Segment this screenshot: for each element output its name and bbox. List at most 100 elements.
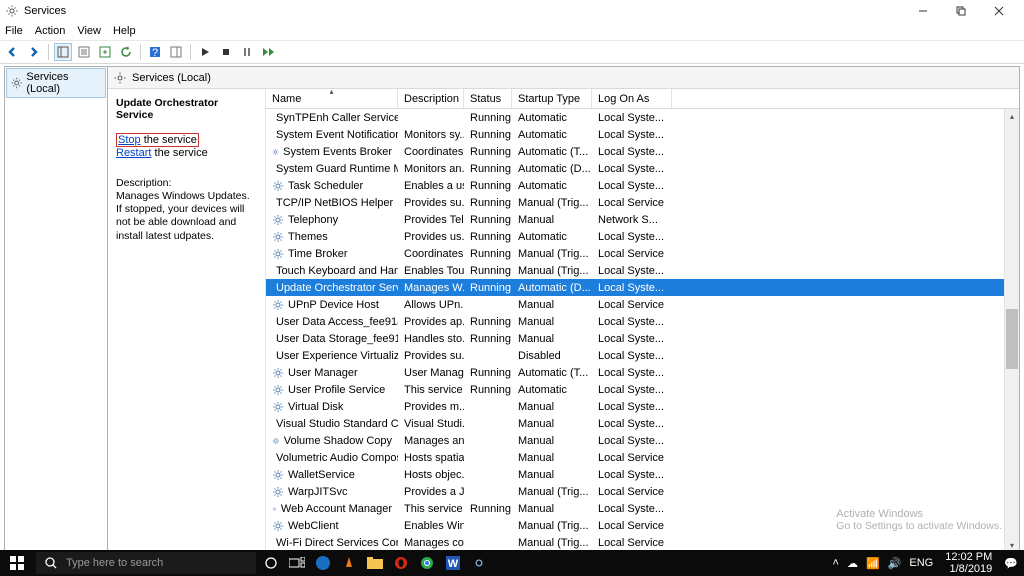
minimize-button[interactable] <box>904 0 942 22</box>
cell-logon: Local Syste... <box>592 367 672 379</box>
export-button[interactable] <box>96 43 114 61</box>
forward-button[interactable] <box>25 43 43 61</box>
sort-asc-icon: ▴ <box>329 89 333 96</box>
service-row[interactable]: SynTPEnh Caller ServiceRunningAutomaticL… <box>266 109 1019 126</box>
panel-icon <box>114 72 126 84</box>
service-row[interactable]: System Guard Runtime Mo...Monitors an...… <box>266 160 1019 177</box>
stop-button[interactable] <box>217 43 235 61</box>
tray-onedrive-icon[interactable]: ☁ <box>847 557 858 570</box>
cell-startup: Disabled <box>512 350 592 362</box>
cell-startup: Automatic (D... <box>512 163 592 175</box>
stop-service-link[interactable]: Stop <box>118 134 141 146</box>
taskbar[interactable]: Type here to search W ˄ ☁ 📶 🔊 ENG 12:02 … <box>0 550 1024 576</box>
cell-desc: Enables Win... <box>398 520 464 532</box>
service-row[interactable]: User Data Storage_fee91aHandles sto...Ru… <box>266 330 1019 347</box>
file-explorer-icon[interactable] <box>362 550 388 576</box>
col-logon[interactable]: Log On As <box>592 89 672 108</box>
menu-view[interactable]: View <box>77 25 101 37</box>
services-taskbar-icon[interactable] <box>466 550 492 576</box>
service-row[interactable]: WarpJITSvcProvides a JI...Manual (Trig..… <box>266 483 1019 500</box>
cell-logon: Local Service <box>592 452 672 464</box>
tray-chevron-icon[interactable]: ˄ <box>833 557 839 569</box>
toggle-console-button[interactable] <box>167 43 185 61</box>
opera-icon[interactable] <box>388 550 414 576</box>
service-row[interactable]: User Data Access_fee91aProvides ap...Run… <box>266 313 1019 330</box>
vlc-icon[interactable] <box>336 550 362 576</box>
service-row[interactable]: Volumetric Audio Composit...Hosts spatia… <box>266 449 1019 466</box>
cell-logon: Local Service <box>592 197 672 209</box>
scroll-up-icon[interactable]: ▴ <box>1005 109 1019 124</box>
service-row[interactable]: Time BrokerCoordinates...RunningManual (… <box>266 245 1019 262</box>
service-row[interactable]: Visual Studio Standard Coll...Visual Stu… <box>266 415 1019 432</box>
service-row[interactable]: Update Orchestrator ServiceManages W...R… <box>266 279 1019 296</box>
service-row[interactable]: Task SchedulerEnables a us...RunningAuto… <box>266 177 1019 194</box>
close-button[interactable] <box>980 0 1018 22</box>
taskview-icon[interactable] <box>284 550 310 576</box>
properties-button[interactable] <box>75 43 93 61</box>
col-startup[interactable]: Startup Type <box>512 89 592 108</box>
service-row[interactable]: User Profile ServiceThis service ...Runn… <box>266 381 1019 398</box>
cell-name: System Event Notification S... <box>266 129 398 141</box>
col-description[interactable]: Description <box>398 89 464 108</box>
service-row[interactable]: Web Account ManagerThis service ...Runni… <box>266 500 1019 517</box>
play-button[interactable] <box>196 43 214 61</box>
cell-name: Volumetric Audio Composit... <box>266 452 398 464</box>
service-row[interactable]: Volume Shadow CopyManages an...ManualLoc… <box>266 432 1019 449</box>
menu-file[interactable]: File <box>5 25 23 37</box>
console-tree[interactable]: Services (Local) <box>4 66 108 554</box>
taskbar-search[interactable]: Type here to search <box>36 552 256 574</box>
col-name[interactable]: ▴Name <box>266 89 398 108</box>
tray-wifi-icon[interactable]: 📶 <box>866 557 880 570</box>
cell-status: Running <box>464 316 512 328</box>
service-row[interactable]: WalletServiceHosts objec...ManualLocal S… <box>266 466 1019 483</box>
service-row[interactable]: ThemesProvides us...RunningAutomaticLoca… <box>266 228 1019 245</box>
col-status[interactable]: Status <box>464 89 512 108</box>
cell-startup: Manual (Trig... <box>512 520 592 532</box>
cell-name: Touch Keyboard and Hand... <box>266 265 398 277</box>
menu-help[interactable]: Help <box>113 25 136 37</box>
service-row[interactable]: Touch Keyboard and Hand...Enables Tou...… <box>266 262 1019 279</box>
service-row[interactable]: System Event Notification S...Monitors s… <box>266 126 1019 143</box>
service-row[interactable]: UPnP Device HostAllows UPn...ManualLocal… <box>266 296 1019 313</box>
cell-logon: Local Syste... <box>592 146 672 158</box>
tray-lang[interactable]: ENG <box>909 557 933 569</box>
service-row[interactable]: TCP/IP NetBIOS HelperProvides su...Runni… <box>266 194 1019 211</box>
cell-name: User Profile Service <box>266 384 398 396</box>
chrome-icon[interactable] <box>414 550 440 576</box>
service-row[interactable]: User ManagerUser Manag...RunningAutomati… <box>266 364 1019 381</box>
cell-desc: Manages an... <box>398 435 464 447</box>
edge-icon[interactable] <box>310 550 336 576</box>
cell-startup: Automatic <box>512 231 592 243</box>
back-button[interactable] <box>4 43 22 61</box>
service-row[interactable]: Virtual DiskProvides m...ManualLocal Sys… <box>266 398 1019 415</box>
services-list[interactable]: ▴Name Description Status Startup Type Lo… <box>266 89 1019 553</box>
pause-button[interactable] <box>238 43 256 61</box>
vertical-scrollbar[interactable]: ▴ ▾ <box>1004 109 1019 553</box>
show-hide-tree-button[interactable] <box>54 43 72 61</box>
cell-logon: Local Syste... <box>592 231 672 243</box>
tree-services-local[interactable]: Services (Local) <box>6 68 106 98</box>
service-row[interactable]: System Events BrokerCoordinates...Runnin… <box>266 143 1019 160</box>
scroll-thumb[interactable] <box>1006 309 1018 369</box>
service-row[interactable]: Wi-Fi Direct Services Conne...Manages co… <box>266 534 1019 551</box>
tray-volume-icon[interactable]: 🔊 <box>888 557 902 570</box>
cell-startup: Manual <box>512 435 592 447</box>
word-icon[interactable]: W <box>440 550 466 576</box>
start-button[interactable] <box>0 550 34 576</box>
cell-startup: Manual (Trig... <box>512 248 592 260</box>
cell-startup: Manual <box>512 316 592 328</box>
menu-action[interactable]: Action <box>35 25 66 37</box>
stop-suffix: the service <box>141 134 197 146</box>
service-row[interactable]: WebClientEnables Win...Manual (Trig...Lo… <box>266 517 1019 534</box>
service-row[interactable]: User Experience Virtualizatio...Provides… <box>266 347 1019 364</box>
maximize-button[interactable] <box>942 0 980 22</box>
tray-clock[interactable]: 12:02 PM1/8/2019 <box>941 551 996 575</box>
restart-button[interactable] <box>259 43 277 61</box>
restart-service-link[interactable]: Restart <box>116 147 151 159</box>
help-button[interactable]: ? <box>146 43 164 61</box>
refresh-button[interactable] <box>117 43 135 61</box>
service-row[interactable]: TelephonyProvides Tel...RunningManualNet… <box>266 211 1019 228</box>
cell-startup: Manual (Trig... <box>512 197 592 209</box>
cortana-icon[interactable] <box>258 550 284 576</box>
tray-notifications-icon[interactable]: 💬 <box>1004 557 1018 570</box>
